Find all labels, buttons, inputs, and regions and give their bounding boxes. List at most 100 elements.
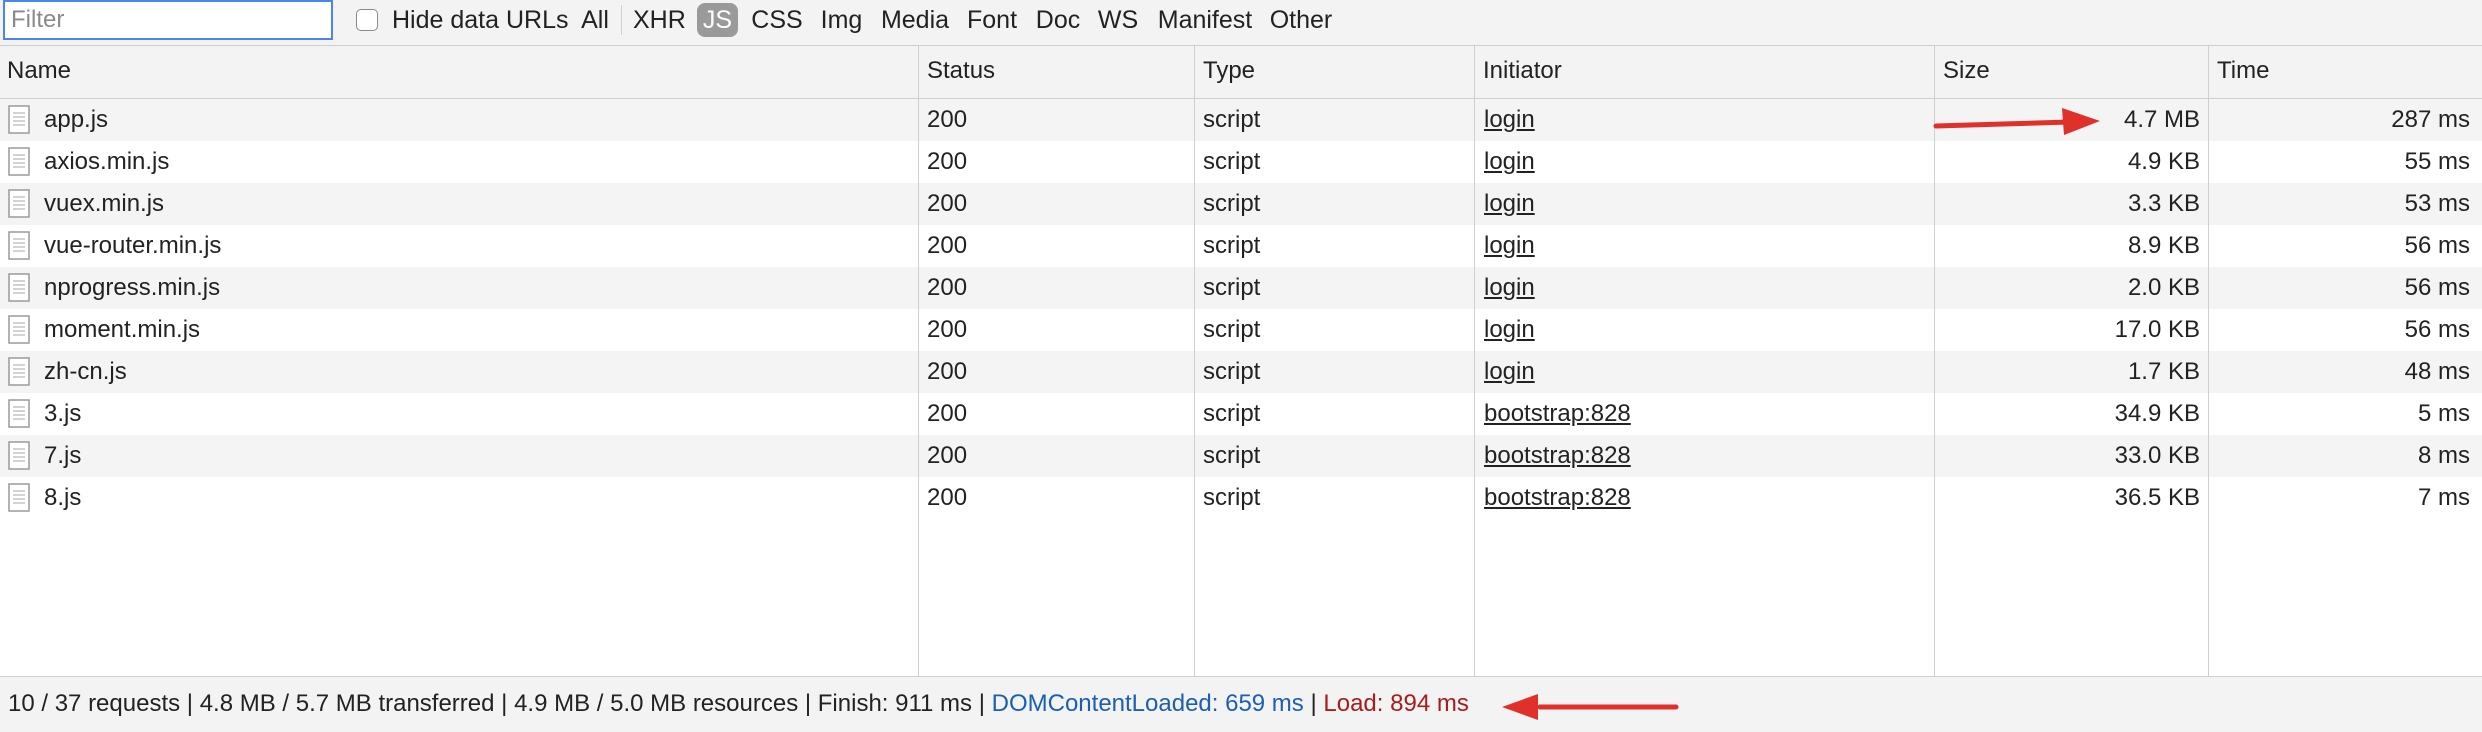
filter-type-doc[interactable]: Doc bbox=[1033, 3, 1083, 37]
file-document-icon bbox=[8, 105, 30, 134]
cell-time: 55 ms bbox=[2404, 148, 2470, 175]
filter-type-all[interactable]: All bbox=[578, 3, 612, 37]
cell-type: script bbox=[1203, 232, 1261, 259]
cell-status: 200 bbox=[927, 358, 968, 385]
column-header-name[interactable]: Name bbox=[0, 46, 918, 98]
filter-type-img[interactable]: Img bbox=[819, 3, 864, 37]
column-header-size[interactable]: Size bbox=[1936, 46, 2208, 98]
filter-type-other[interactable]: Other bbox=[1268, 3, 1334, 37]
file-document-icon bbox=[8, 315, 30, 344]
requests-table-header: Name Status Type Initiator Size Time bbox=[0, 46, 2482, 99]
cell-initiator-link[interactable]: login bbox=[1484, 183, 1924, 225]
cell-initiator-link[interactable]: bootstrap:828 bbox=[1484, 393, 1924, 435]
filter-type-media[interactable]: Media bbox=[879, 3, 951, 37]
column-divider[interactable] bbox=[1194, 46, 1195, 676]
cell-time: 56 ms bbox=[2404, 274, 2470, 301]
cell-size: 8.9 KB bbox=[2127, 232, 2200, 259]
cell-name: moment.min.js bbox=[44, 316, 201, 343]
cell-size: 4.7 MB bbox=[2123, 106, 2200, 133]
summary-separator: | bbox=[501, 690, 508, 717]
table-row[interactable]: 3.js 200 script bootstrap:828 34.9 KB 5 ms bbox=[0, 393, 2482, 435]
cell-size: 33.0 KB bbox=[2114, 442, 2200, 469]
table-row[interactable]: moment.min.js 200 script login 17.0 KB 56 ms bbox=[0, 309, 2482, 351]
requests-table-body: app.js 200 script login 4.7 MB 287 ms axios.mi… bbox=[0, 99, 2482, 519]
table-row[interactable]: zh-cn.js 200 script login 1.7 KB 48 ms bbox=[0, 351, 2482, 393]
cell-time: 56 ms bbox=[2404, 232, 2470, 259]
cell-type: script bbox=[1203, 190, 1261, 217]
filter-input[interactable] bbox=[3, 0, 333, 40]
cell-initiator-link[interactable]: login bbox=[1484, 309, 1924, 351]
column-divider[interactable] bbox=[1474, 46, 1475, 676]
cell-time: 5 ms bbox=[2417, 400, 2470, 427]
table-row[interactable]: 8.js 200 script bootstrap:828 36.5 KB 7 ms bbox=[0, 477, 2482, 519]
file-document-icon bbox=[8, 273, 30, 302]
cell-initiator-link[interactable]: login bbox=[1484, 267, 1924, 309]
cell-initiator-link[interactable]: bootstrap:828 bbox=[1484, 435, 1924, 477]
cell-type: script bbox=[1203, 400, 1261, 427]
cell-time: 48 ms bbox=[2404, 358, 2470, 385]
cell-status: 200 bbox=[927, 232, 968, 259]
cell-status: 200 bbox=[927, 442, 968, 469]
summary-finish: Finish: 911 ms bbox=[817, 690, 973, 717]
summary-resources: 4.9 MB / 5.0 MB resources bbox=[514, 690, 799, 717]
cell-size: 36.5 KB bbox=[2114, 484, 2200, 511]
cell-initiator-link[interactable]: bootstrap:828 bbox=[1484, 477, 1924, 519]
cell-type: script bbox=[1203, 484, 1261, 511]
summary-transferred: 4.8 MB / 5.7 MB transferred bbox=[199, 690, 495, 717]
filter-type-ws[interactable]: WS bbox=[1096, 3, 1140, 37]
column-divider[interactable] bbox=[918, 46, 919, 676]
summary-separator: | bbox=[1310, 690, 1317, 717]
column-header-initiator[interactable]: Initiator bbox=[1476, 46, 1934, 98]
column-divider[interactable] bbox=[1934, 46, 1935, 676]
cell-size: 4.9 KB bbox=[2127, 148, 2200, 175]
summary-dom-content-loaded: DOMContentLoaded: 659 ms bbox=[991, 690, 1304, 717]
column-divider[interactable] bbox=[2208, 46, 2209, 676]
file-document-icon bbox=[8, 189, 30, 218]
cell-status: 200 bbox=[927, 316, 968, 343]
file-document-icon bbox=[8, 441, 30, 470]
summary-separator: | bbox=[804, 690, 812, 717]
filter-type-js[interactable]: JS bbox=[697, 3, 738, 37]
cell-size: 17.0 KB bbox=[2114, 316, 2200, 343]
devtools-network-panel: Hide data URLs All XHR JS CSS Img Media … bbox=[0, 0, 2482, 732]
filter-type-manifest[interactable]: Manifest bbox=[1155, 3, 1255, 37]
cell-type: script bbox=[1203, 358, 1261, 385]
table-row[interactable]: app.js 200 script login 4.7 MB 287 ms bbox=[0, 99, 2482, 141]
summary-load: Load: 894 ms bbox=[1323, 690, 1469, 717]
cell-initiator-link[interactable]: login bbox=[1484, 99, 1924, 141]
column-header-type[interactable]: Type bbox=[1196, 46, 1474, 98]
cell-name: 8.js bbox=[44, 484, 82, 511]
cell-initiator-link[interactable]: login bbox=[1484, 351, 1924, 393]
network-summary-bar: 10 / 37 requests | 4.8 MB / 5.7 MB trans… bbox=[0, 676, 2482, 732]
cell-status: 200 bbox=[927, 400, 968, 427]
cell-status: 200 bbox=[927, 106, 968, 133]
table-row[interactable]: vue-router.min.js 200 script login 8.9 KB 56 … bbox=[0, 225, 2482, 267]
cell-type: script bbox=[1203, 148, 1261, 175]
summary-requests: 10 / 37 requests bbox=[8, 690, 181, 717]
table-row[interactable]: nprogress.min.js 200 script login 2.0 KB 56 m… bbox=[0, 267, 2482, 309]
cell-size: 34.9 KB bbox=[2114, 400, 2200, 427]
table-row[interactable]: axios.min.js 200 script login 4.9 KB 55 ms bbox=[0, 141, 2482, 183]
cell-type: script bbox=[1203, 106, 1261, 133]
cell-initiator-link[interactable]: login bbox=[1484, 141, 1924, 183]
table-row[interactable]: 7.js 200 script bootstrap:828 33.0 KB 8 ms bbox=[0, 435, 2482, 477]
summary-separator: | bbox=[978, 690, 985, 717]
cell-name: 3.js bbox=[44, 400, 82, 427]
cell-type: script bbox=[1203, 442, 1261, 469]
file-document-icon bbox=[8, 231, 30, 260]
column-header-status[interactable]: Status bbox=[920, 46, 1194, 98]
file-document-icon bbox=[8, 483, 30, 512]
cell-time: 56 ms bbox=[2404, 316, 2470, 343]
cell-status: 200 bbox=[927, 274, 968, 301]
filter-type-font[interactable]: Font bbox=[966, 3, 1018, 37]
hide-data-urls-checkbox[interactable] bbox=[356, 9, 378, 31]
filter-type-xhr[interactable]: XHR bbox=[633, 3, 686, 37]
file-document-icon bbox=[8, 357, 30, 386]
cell-name: vue-router.min.js bbox=[44, 232, 222, 259]
filter-type-css[interactable]: CSS bbox=[750, 3, 804, 37]
cell-initiator-link[interactable]: login bbox=[1484, 225, 1924, 267]
cell-size: 1.7 KB bbox=[2127, 358, 2200, 385]
cell-name: axios.min.js bbox=[44, 148, 170, 175]
table-row[interactable]: vuex.min.js 200 script login 3.3 KB 53 ms bbox=[0, 183, 2482, 225]
column-header-time[interactable]: Time bbox=[2210, 46, 2482, 98]
